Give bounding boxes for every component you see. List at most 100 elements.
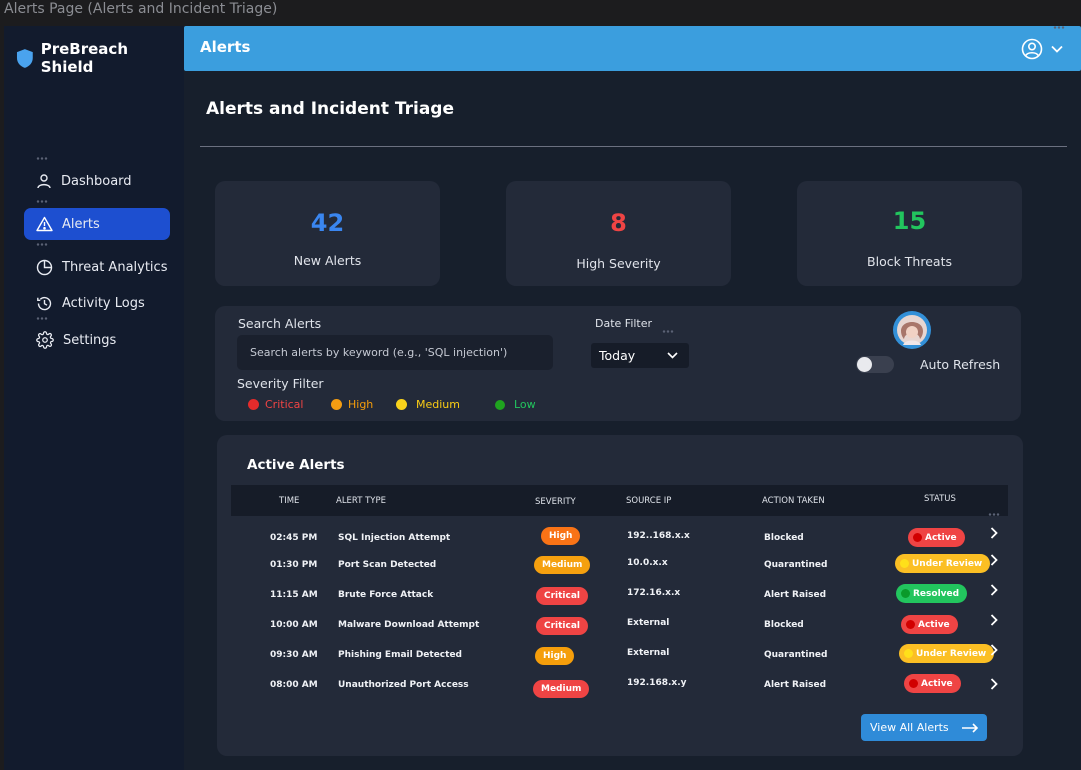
table-row[interactable]: 02:45 PM SQL Injection Attempt High 192..16… — [231, 521, 1008, 547]
orange-dot-icon — [331, 399, 342, 410]
divider — [200, 146, 1067, 147]
sidebar-item-alerts[interactable]: Alerts — [24, 208, 170, 240]
table-row[interactable]: 09:30 AM Phishing Email Detected High Exter… — [231, 638, 1008, 665]
stat-label: Block Threats — [867, 254, 952, 269]
cell-action-taken: Blocked — [764, 620, 804, 630]
chevron-right-icon[interactable] — [990, 584, 998, 600]
cell-time: 01:30 PM — [270, 560, 318, 570]
view-all-alerts-button[interactable]: View All Alerts — [861, 714, 987, 741]
column-header-source-ip: SOURCE IP — [626, 496, 672, 506]
column-header-severity: SEVERITY — [535, 497, 576, 507]
chevron-right-icon[interactable] — [990, 614, 998, 630]
pie-chart-icon — [36, 259, 53, 275]
status-label: Active — [921, 678, 953, 689]
table-row[interactable]: 01:30 PM Port Scan Detected Medium 10.0.x.x… — [231, 548, 1008, 574]
cell-alert-type: Malware Download Attempt — [338, 620, 480, 630]
sidebar-item-settings[interactable]: Settings — [24, 324, 170, 356]
severity-option-label: Low — [514, 398, 536, 411]
cell-time: 11:15 AM — [270, 590, 318, 600]
avatar-image — [897, 315, 927, 345]
date-filter-select[interactable]: Today — [591, 343, 689, 368]
filter-panel: Search Alerts Date Filter Today Auto Ref… — [215, 306, 1021, 421]
drag-handle — [662, 330, 674, 333]
table-row[interactable]: 11:15 AM Brute Force Attack Critical 172.16… — [231, 578, 1008, 605]
severity-option-label: Critical — [265, 398, 304, 411]
cell-alert-type: Phishing Email Detected — [338, 650, 462, 660]
search-input[interactable] — [237, 335, 553, 370]
user-icon — [37, 174, 51, 189]
user-menu-button[interactable] — [1021, 38, 1063, 60]
brand-name: PreBreach Shield — [40, 40, 128, 76]
drag-handle — [36, 317, 48, 320]
sidebar-item-activity-logs[interactable]: Activity Logs — [24, 287, 170, 319]
status-label: Active — [918, 619, 950, 630]
status-badge: Resolved — [896, 584, 968, 603]
stat-value: 42 — [310, 209, 345, 237]
drag-handle — [36, 200, 48, 203]
severity-badge: Critical — [536, 617, 589, 635]
column-header-alert-type: ALERT TYPE — [336, 496, 386, 506]
status-label: Under Review — [916, 648, 987, 659]
cell-action-taken: Blocked — [764, 533, 804, 543]
cell-source-ip: External — [627, 618, 670, 628]
brand-logo[interactable]: PreBreach Shield — [15, 40, 184, 76]
table-row[interactable]: 10:00 AM Malware Download Attempt Critical… — [231, 608, 1008, 635]
drag-handle — [1053, 26, 1065, 29]
stat-value: 15 — [892, 207, 927, 235]
chevron-right-icon[interactable] — [990, 678, 998, 694]
table-header: TIME ALERT TYPE SEVERITY SOURCE IP ACTIO… — [231, 485, 1008, 516]
drag-handle — [988, 513, 1000, 516]
page-title: Alerts and Incident Triage — [206, 99, 455, 119]
sidebar-item-dashboard[interactable]: Dashboard — [24, 165, 170, 197]
status-badge: Under Review — [899, 644, 995, 663]
cell-action-taken: Alert Raised — [764, 680, 827, 690]
severity-option-medium[interactable]: Medium — [396, 398, 460, 411]
status-badge: Active — [904, 674, 961, 693]
top-header: Alerts — [184, 26, 1081, 71]
severity-option-low[interactable]: Low — [495, 398, 536, 411]
cell-action-taken: Alert Raised — [764, 590, 827, 600]
sidebar-item-label: Dashboard — [61, 173, 132, 189]
shield-icon — [16, 48, 33, 68]
sidebar-item-label: Activity Logs — [62, 295, 145, 311]
severity-option-high[interactable]: High — [331, 398, 373, 411]
sidebar-item-label: Alerts — [62, 216, 100, 232]
severity-badge: Critical — [536, 587, 589, 605]
cell-time: 08:00 AM — [270, 680, 318, 690]
severity-badge: High — [535, 647, 575, 665]
cell-source-ip: 172.16.x.x — [627, 588, 681, 598]
cell-time: 09:30 AM — [270, 650, 318, 660]
history-icon — [37, 296, 52, 310]
alerts-title: Active Alerts — [247, 457, 345, 473]
status-dot-icon — [900, 559, 909, 568]
yellow-dot-icon — [396, 399, 407, 410]
avatar[interactable] — [893, 311, 931, 349]
view-all-label: View All Alerts — [870, 721, 949, 734]
chevron-down-icon — [667, 352, 678, 359]
severity-badge: Medium — [533, 680, 590, 698]
chevron-right-icon[interactable] — [990, 644, 998, 660]
column-header-time: TIME — [279, 496, 300, 506]
search-label: Search Alerts — [238, 316, 322, 331]
date-filter-value: Today — [599, 348, 636, 363]
cell-source-ip: 10.0.x.x — [627, 558, 668, 568]
stat-card-high-severity: 8 High Severity — [506, 181, 731, 286]
main-content: Alerts and Incident Triage 42 New Alerts… — [184, 71, 1081, 770]
stat-card-new-alerts: 42 New Alerts — [215, 181, 440, 286]
auto-refresh-toggle[interactable] — [856, 356, 894, 373]
status-label: Under Review — [912, 558, 983, 569]
cell-alert-type: Unauthorized Port Access — [338, 680, 469, 690]
gear-icon — [36, 331, 54, 349]
status-dot-icon — [913, 533, 922, 542]
green-dot-icon — [495, 399, 505, 410]
active-alerts-panel: Active Alerts TIME ALERT TYPE SEVERITY S… — [217, 435, 1023, 756]
chevron-right-icon[interactable] — [990, 554, 998, 570]
cell-source-ip: External — [627, 648, 670, 658]
chevron-right-icon[interactable] — [990, 527, 998, 543]
sidebar: PreBreach Shield Dashboard Alerts Threat… — [4, 26, 184, 770]
severity-option-critical[interactable]: Critical — [248, 398, 303, 411]
red-dot-icon — [248, 399, 259, 410]
sidebar-item-threat-analytics[interactable]: Threat Analytics — [24, 251, 170, 283]
table-row[interactable]: 08:00 AM Unauthorized Port Access Medium 19… — [231, 668, 1008, 698]
column-header-status: STATUS — [924, 494, 956, 504]
